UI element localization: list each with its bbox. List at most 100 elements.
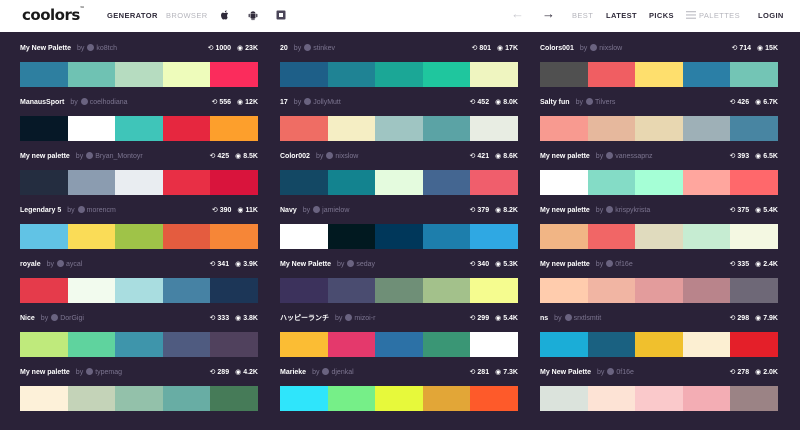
palette-name[interactable]: My new palette	[20, 369, 70, 376]
palette-swatches[interactable]	[540, 386, 778, 411]
palette-author[interactable]: nixslow	[599, 45, 622, 52]
color-swatch[interactable]	[327, 62, 376, 87]
color-swatch[interactable]	[115, 278, 163, 303]
color-swatch[interactable]	[730, 170, 778, 195]
palette-swatches[interactable]	[20, 278, 258, 303]
color-swatch[interactable]	[162, 170, 211, 195]
palette-swatches[interactable]	[540, 116, 778, 141]
palette-author[interactable]: vanessapnz	[615, 153, 652, 160]
palette-card[interactable]: royale by aycal ⟲ 341 ◉ 3.9K	[20, 259, 258, 309]
color-swatch[interactable]	[422, 332, 471, 357]
color-swatch[interactable]	[470, 116, 518, 141]
palette-card[interactable]: My New Palette by 0f16e ⟲ 278 ◉ 2.0K	[540, 367, 778, 417]
nav-palettes[interactable]: PALETTES	[699, 11, 740, 20]
nav-generator[interactable]: GENERATOR	[107, 11, 158, 20]
palette-swatches[interactable]	[540, 224, 778, 249]
color-swatch[interactable]	[422, 116, 471, 141]
palette-name[interactable]: Marieke	[280, 369, 306, 376]
color-swatch[interactable]	[375, 170, 423, 195]
palette-card[interactable]: ns by srxtlsmtit ⟲ 298 ◉ 7.9K	[540, 313, 778, 363]
color-swatch[interactable]	[682, 332, 731, 357]
color-swatch[interactable]	[67, 116, 116, 141]
color-swatch[interactable]	[470, 62, 518, 87]
color-swatch[interactable]	[327, 332, 376, 357]
color-swatch[interactable]	[682, 170, 731, 195]
nav-picks[interactable]: PICKS	[649, 11, 674, 20]
color-swatch[interactable]	[635, 62, 683, 87]
palette-author[interactable]: nixslow	[335, 153, 358, 160]
palette-author[interactable]: aycal	[66, 261, 82, 268]
palette-card[interactable]: My New Palette by seday ⟲ 340 ◉ 5.3K	[280, 259, 518, 309]
palette-swatches[interactable]	[540, 170, 778, 195]
palette-name[interactable]: My new palette	[540, 153, 590, 160]
color-swatch[interactable]	[67, 62, 116, 87]
color-swatch[interactable]	[280, 332, 328, 357]
palette-card[interactable]: Color002 by nixslow ⟲ 421 ◉ 8.6K	[280, 151, 518, 201]
palette-name[interactable]: Colors001	[540, 45, 574, 52]
color-swatch[interactable]	[280, 116, 328, 141]
color-swatch[interactable]	[470, 278, 518, 303]
color-swatch[interactable]	[375, 332, 423, 357]
color-swatch[interactable]	[210, 224, 258, 249]
color-swatch[interactable]	[210, 170, 258, 195]
color-swatch[interactable]	[20, 62, 68, 87]
color-swatch[interactable]	[327, 224, 376, 249]
palette-author[interactable]: 0f16e	[616, 369, 634, 376]
color-swatch[interactable]	[67, 224, 116, 249]
palette-name[interactable]: ns	[540, 315, 548, 322]
palette-author[interactable]: Bryan_Montoyr	[95, 153, 142, 160]
palette-card[interactable]: ハッピーランチ by mizoi-r ⟲ 299 ◉ 5.4K	[280, 313, 518, 363]
palette-name[interactable]: royale	[20, 261, 41, 268]
back-arrow-icon[interactable]: ←	[511, 7, 524, 21]
color-swatch[interactable]	[162, 224, 211, 249]
menu-icon[interactable]	[686, 10, 698, 22]
nav-latest[interactable]: LATEST	[606, 11, 637, 20]
color-swatch[interactable]	[635, 224, 683, 249]
color-swatch[interactable]	[540, 224, 588, 249]
forward-arrow-icon[interactable]: →	[542, 7, 555, 21]
palette-name[interactable]: My New Palette	[20, 45, 71, 52]
palette-card[interactable]: My new palette by Bryan_Montoyr ⟲ 425 ◉ 8.5K	[20, 151, 258, 201]
color-swatch[interactable]	[540, 278, 588, 303]
color-swatch[interactable]	[730, 116, 778, 141]
palette-swatches[interactable]	[20, 386, 258, 411]
color-swatch[interactable]	[162, 278, 211, 303]
color-swatch[interactable]	[635, 278, 683, 303]
palette-author[interactable]: morencm	[87, 207, 116, 214]
color-swatch[interactable]	[210, 386, 258, 411]
palette-name[interactable]: Color002	[280, 153, 310, 160]
color-swatch[interactable]	[115, 386, 163, 411]
color-swatch[interactable]	[730, 386, 778, 411]
palette-card[interactable]: Marieke by djenkal ⟲ 281 ◉ 7.3K	[280, 367, 518, 417]
color-swatch[interactable]	[422, 278, 471, 303]
color-swatch[interactable]	[375, 224, 423, 249]
color-swatch[interactable]	[375, 386, 423, 411]
palette-name[interactable]: My new palette	[540, 261, 590, 268]
color-swatch[interactable]	[730, 332, 778, 357]
color-swatch[interactable]	[162, 116, 211, 141]
palette-swatches[interactable]	[20, 332, 258, 357]
color-swatch[interactable]	[162, 332, 211, 357]
color-swatch[interactable]	[115, 170, 163, 195]
color-swatch[interactable]	[587, 332, 636, 357]
color-swatch[interactable]	[730, 278, 778, 303]
palette-swatches[interactable]	[280, 170, 518, 195]
palette-card[interactable]: Navy by jamielow ⟲ 379 ◉ 8.2K	[280, 205, 518, 255]
palette-card[interactable]: Salty fun by Tilvers ⟲ 426 ◉ 6.7K	[540, 97, 778, 147]
palette-author[interactable]: stinkev	[313, 45, 335, 52]
color-swatch[interactable]	[682, 224, 731, 249]
color-swatch[interactable]	[20, 278, 68, 303]
palette-card[interactable]: Colors001 by nixslow ⟲ 714 ◉ 15K	[540, 43, 778, 93]
palette-swatches[interactable]	[540, 278, 778, 303]
palette-author[interactable]: JollyMutt	[313, 99, 341, 106]
color-swatch[interactable]	[587, 116, 636, 141]
color-swatch[interactable]	[375, 116, 423, 141]
color-swatch[interactable]	[20, 170, 68, 195]
palette-author[interactable]: mizoi-r	[354, 315, 375, 322]
palette-author[interactable]: DorGigi	[60, 315, 84, 322]
color-swatch[interactable]	[540, 170, 588, 195]
palette-name[interactable]: My new palette	[540, 207, 590, 214]
color-swatch[interactable]	[280, 278, 328, 303]
color-swatch[interactable]	[682, 116, 731, 141]
color-swatch[interactable]	[422, 224, 471, 249]
